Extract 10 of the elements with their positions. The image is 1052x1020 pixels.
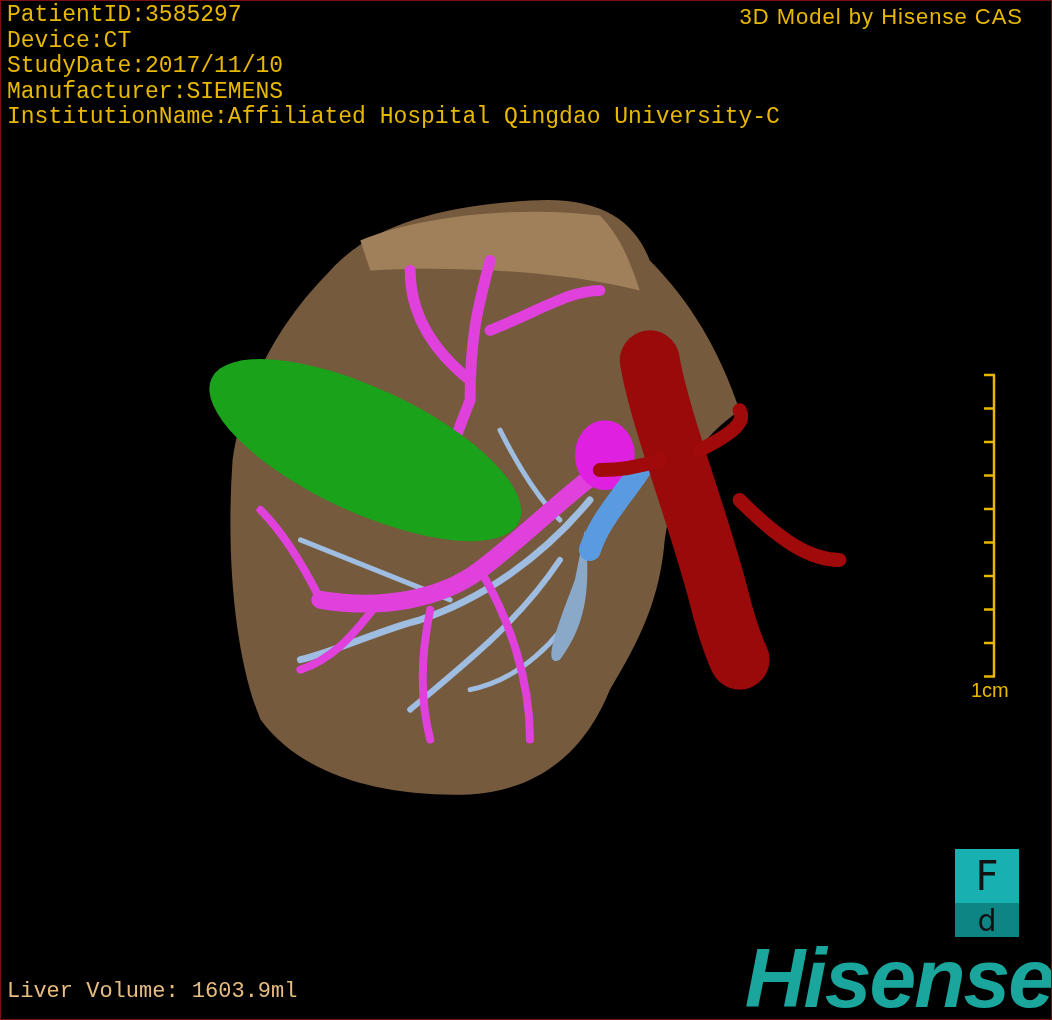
scale-bar-icon bbox=[983, 373, 997, 679]
logo-text: Hisense bbox=[744, 936, 1051, 1019]
patient-info-text: Device:CT bbox=[7, 28, 132, 54]
liver-volume-text: Liver Volume: 1603.9ml bbox=[7, 978, 298, 1006]
patient-info-text: InstitutionName:Affiliated Hospital Qingdao University-C bbox=[7, 105, 780, 131]
credit-text: 3D Model by Hisense CAS bbox=[739, 3, 1023, 31]
patient-info-text: StudyDate:2017/11/10 bbox=[7, 54, 284, 80]
scale-label: 1cm bbox=[971, 679, 1009, 702]
patient-info-text: Manufacturer:SIEMENS bbox=[7, 79, 284, 105]
patient-info-text: PatientID:3585297 bbox=[7, 3, 242, 29]
